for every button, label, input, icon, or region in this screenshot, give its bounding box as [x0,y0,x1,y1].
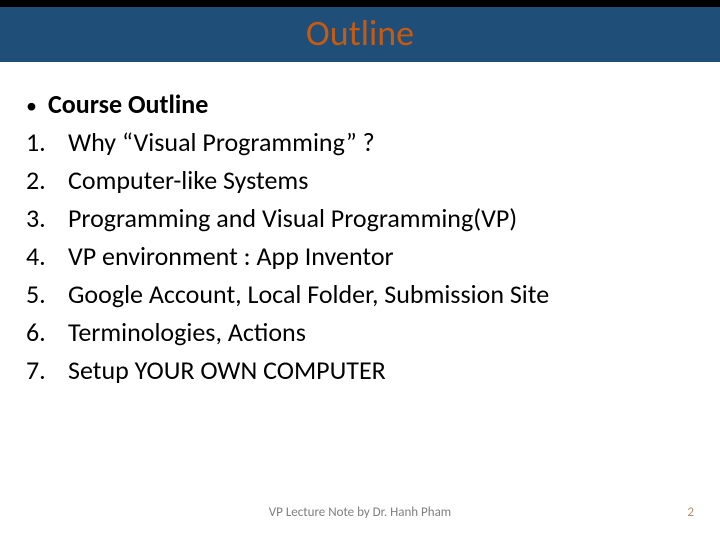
list-item: 4. VP environment : App Inventor [24,240,700,272]
bullet-heading: • Course Outline [24,88,700,120]
page-number: 2 [687,505,694,520]
slide-content: • Course Outline 1. Why “Visual Programm… [0,62,720,386]
list-text: Why “Visual Programming” ? [68,126,375,158]
footer: VP Lecture Note by Dr. Hanh Pham 2 [0,505,720,520]
footer-note: VP Lecture Note by Dr. Hanh Pham [269,505,451,520]
list-number: 6. [24,316,68,348]
list-number: 4. [24,240,68,272]
bullet-heading-text: Course Outline [48,88,208,120]
list-item: 1. Why “Visual Programming” ? [24,126,700,158]
list-item: 6. Terminologies, Actions [24,316,700,348]
list-text: Computer-like Systems [68,164,308,196]
list-item: 5. Google Account, Local Folder, Submiss… [24,278,700,310]
slide-title: Outline [306,11,414,55]
list-item: 3. Programming and Visual Programming(VP… [24,202,700,234]
list-text: VP environment : App Inventor [68,240,394,272]
list-text: Google Account, Local Folder, Submission… [68,278,549,310]
title-bar: Outline [0,0,720,62]
list-text: Programming and Visual Programming(VP) [68,202,517,234]
bullet-marker: • [24,95,48,117]
list-number: 2. [24,164,68,196]
list-number: 5. [24,278,68,310]
list-number: 1. [24,126,68,158]
list-text: Setup YOUR OWN COMPUTER [68,354,386,386]
list-item: 7. Setup YOUR OWN COMPUTER [24,354,700,386]
list-number: 7. [24,354,68,386]
list-text: Terminologies, Actions [68,316,306,348]
list-item: 2. Computer-like Systems [24,164,700,196]
list-number: 3. [24,202,68,234]
